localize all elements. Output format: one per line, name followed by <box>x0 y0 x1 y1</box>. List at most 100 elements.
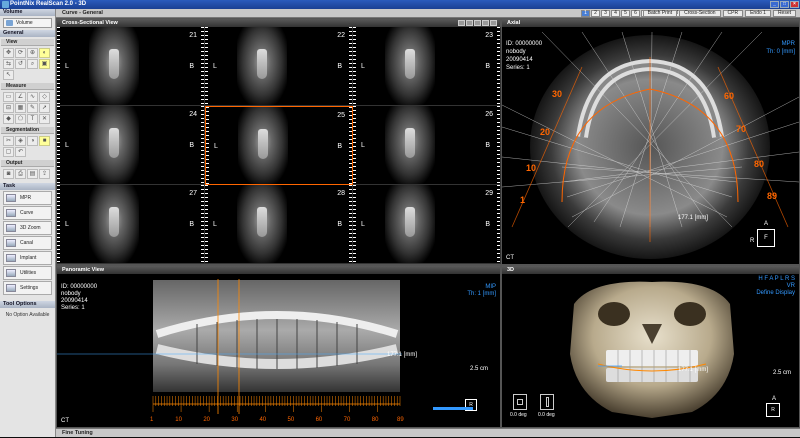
print-panel-icon[interactable] <box>482 20 489 26</box>
cross-section-slice[interactable]: 23 L B <box>353 27 501 106</box>
mask-icon[interactable]: ▢ <box>3 147 14 157</box>
output-section[interactable]: Output <box>1 160 54 167</box>
profile-icon[interactable]: ⊟ <box>3 103 14 113</box>
slice-ruler <box>57 106 60 184</box>
magnify-icon[interactable]: ⌕ <box>27 59 38 69</box>
polygon-icon[interactable]: ⬠ <box>15 114 26 124</box>
rotate-icon[interactable]: ⟳ <box>15 48 26 58</box>
pano-scroll-indicator[interactable] <box>433 407 473 410</box>
slice-right-label: B <box>189 63 194 70</box>
title-bar: PointNix RealScan 2.0 - 3D _ □ × <box>0 0 800 9</box>
panoramic-image <box>57 279 402 414</box>
task-utilities[interactable]: Utilities <box>3 266 52 280</box>
ruler-icon[interactable]: ▭ <box>3 92 14 102</box>
camera-icon[interactable]: ◙ <box>3 169 14 179</box>
slice-ruler <box>201 185 204 263</box>
cross-section-slice[interactable]: 26 L B <box>353 106 501 185</box>
print-icon[interactable]: ⎙ <box>15 169 26 179</box>
top-toolbar: Curve - General 1 2 3 4 5 6 7 8 9 10 Bat… <box>56 9 800 18</box>
slice-button[interactable]: 3 <box>601 10 610 17</box>
point-icon[interactable]: ◆ <box>3 114 14 124</box>
slice-number: 29 <box>485 190 493 197</box>
rotate-h-widget[interactable] <box>513 394 527 410</box>
view-section[interactable]: View <box>1 39 54 46</box>
maximize-panel-icon[interactable] <box>490 20 497 26</box>
cpr-button[interactable]: CPR <box>722 10 744 17</box>
task-3d-zoom[interactable]: 3D Zoom <box>3 221 52 235</box>
measure-section[interactable]: Measure <box>1 83 54 90</box>
three-d-orientation-cube[interactable]: R <box>766 403 780 417</box>
volume-button[interactable]: Volume <box>3 18 52 28</box>
task-canal[interactable]: Canal <box>3 236 52 250</box>
slice-button[interactable]: 4 <box>611 10 620 17</box>
arrow-icon[interactable]: ➚ <box>39 103 50 113</box>
reset-view-icon[interactable]: ↺ <box>15 59 26 69</box>
endo-button[interactable]: Endo 1 <box>745 10 771 17</box>
fine-tuning-bar[interactable]: Fine Tuning <box>56 428 800 437</box>
cross-section-slice[interactable]: 28 L B <box>205 185 353 264</box>
area-icon[interactable]: ◇ <box>39 92 50 102</box>
three-d-header: 3D <box>502 266 799 274</box>
slice-ruler <box>497 185 500 263</box>
axial-orientation-cube[interactable]: F <box>757 229 775 247</box>
slice-button[interactable]: 5 <box>621 10 630 17</box>
text-icon[interactable]: T <box>27 114 38 124</box>
cursor-icon[interactable]: ↖ <box>3 70 14 80</box>
cross-section-slice[interactable]: 29 L B <box>353 185 501 264</box>
angle-icon[interactable]: ∠ <box>15 92 26 102</box>
minimize-button[interactable]: _ <box>770 1 779 8</box>
three-d-scale: 2.5 cm <box>772 370 791 376</box>
window-level-icon[interactable]: ◐ <box>39 48 50 58</box>
flip-icon[interactable]: ⇆ <box>3 59 14 69</box>
sculpt-icon[interactable]: ✂ <box>3 136 14 146</box>
export-icon[interactable]: ⇪ <box>39 169 50 179</box>
curve-icon[interactable]: ∿ <box>27 92 38 102</box>
axial-patient-name: nobody <box>506 49 526 55</box>
axial-view[interactable]: Axial ID: 00000000 nobody 20090414 Serie… <box>501 18 800 265</box>
slice-button[interactable]: 2 <box>591 10 600 17</box>
segmentation-section[interactable]: Segmentation <box>1 127 54 134</box>
delete-icon[interactable]: ✕ <box>39 114 50 124</box>
rotate-v-widget[interactable] <box>540 394 554 410</box>
region-icon[interactable]: ◈ <box>15 136 26 146</box>
note-icon[interactable]: ✎ <box>27 103 38 113</box>
cross-section-slice[interactable]: 21 L B <box>57 27 205 106</box>
color-map-icon[interactable]: ■ <box>39 136 50 146</box>
slice-ruler <box>349 185 352 263</box>
settings-icon <box>6 284 16 292</box>
cross-section-slice[interactable]: 24 L B <box>57 106 205 185</box>
layout-icon[interactable] <box>458 20 465 26</box>
axial-mark: 89 <box>767 191 778 201</box>
task-mpr[interactable]: MPR <box>3 191 52 205</box>
cross-sectional-view[interactable]: Cross-Sectional View 21 L B 22 L B 23 L B 24 L B 25 L… <box>56 18 501 265</box>
zoom-icon[interactable]: ⊕ <box>27 48 38 58</box>
close-button[interactable]: × <box>790 1 799 8</box>
task-implant[interactable]: Implant <box>3 251 52 265</box>
density-icon[interactable]: ▦ <box>15 103 26 113</box>
undo-icon[interactable]: ↶ <box>15 147 26 157</box>
batch-print-button[interactable]: Batch Print <box>642 10 678 17</box>
tooth-section <box>258 129 268 159</box>
slice-ruler <box>201 106 204 184</box>
utilities-icon <box>6 269 16 277</box>
threshold-icon[interactable]: ◑ <box>27 136 38 146</box>
slice-ruler <box>57 27 60 105</box>
highlight-icon[interactable]: ▣ <box>39 59 50 69</box>
sync-icon[interactable] <box>474 20 481 26</box>
task-curve[interactable]: Curve <box>3 206 52 220</box>
cross-section-slice[interactable]: 22 L B <box>205 27 353 106</box>
cross-section-button[interactable]: Cross-Section <box>679 10 721 17</box>
pan-icon[interactable]: ✥ <box>3 48 14 58</box>
cross-section-slice[interactable]: 27 L B <box>57 185 205 264</box>
slice-button[interactable]: 6 <box>631 10 640 17</box>
reset-button[interactable]: Reset <box>772 10 796 17</box>
cross-section-slice[interactable]: 25 L B <box>205 106 353 185</box>
task-settings[interactable]: Settings <box>3 281 52 295</box>
three-d-view[interactable]: 3D H F A P L R S VR Define Display 177.1… <box>501 265 800 428</box>
panoramic-view[interactable]: Panoramic View ID: 00000000 nobody 20090… <box>56 265 501 428</box>
slice-button[interactable]: 1 <box>581 10 590 17</box>
ruler-label: 30 <box>231 417 239 423</box>
grid-icon[interactable] <box>466 20 473 26</box>
maximize-button[interactable]: □ <box>780 1 789 8</box>
save-icon[interactable]: ▤ <box>27 169 38 179</box>
